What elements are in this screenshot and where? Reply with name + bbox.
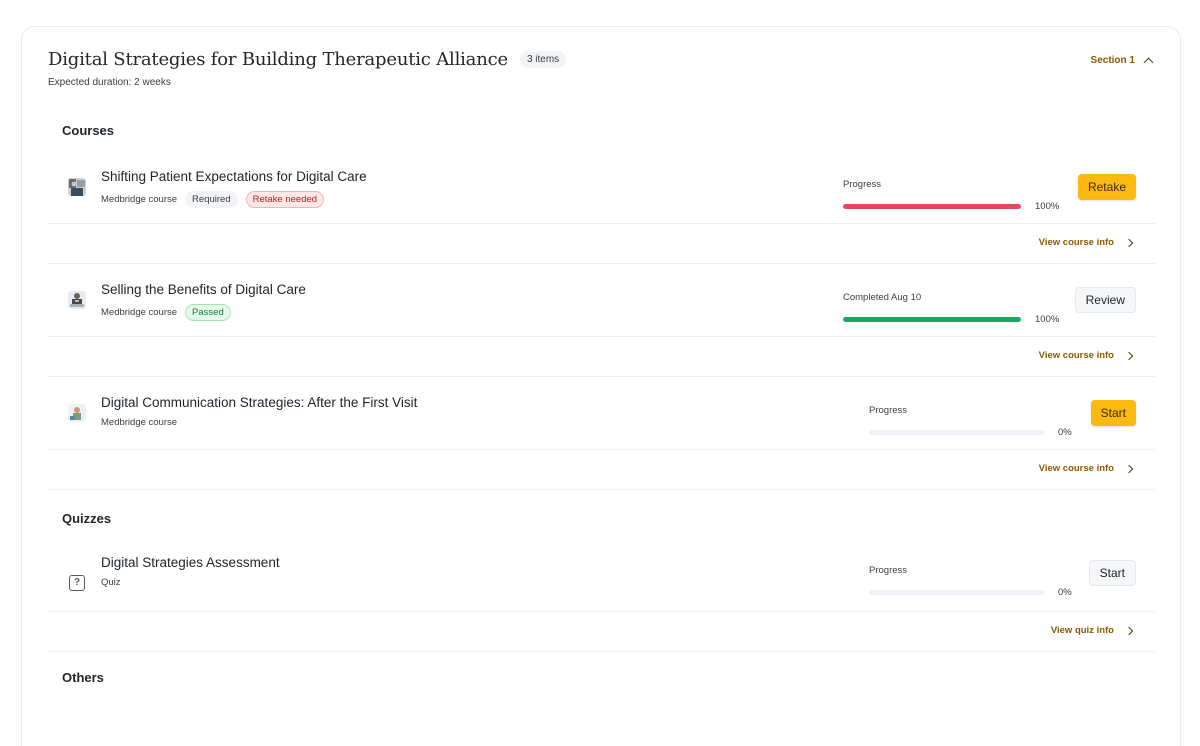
course-item: Shifting Patient Expectations for Digita… [48,161,1156,264]
start-button[interactable]: Start [1090,400,1136,426]
retake-needed-badge: Retake needed [245,191,325,208]
course-meta: Medbridge course Passed [101,304,231,321]
start-quiz-button[interactable]: Start [1088,560,1136,586]
course-item: Digital Communication Strategies: After … [48,387,1156,490]
course-type: Medbridge course [101,194,178,205]
chevron-right-icon [1124,351,1134,360]
section-title: Digital Strategies for Building Therapeu… [48,49,508,70]
section-collapse-toggle[interactable]: Section 1 [1090,55,1154,67]
progress-percent: 0% [1058,587,1072,598]
view-course-info-link[interactable]: View course info [1038,350,1134,361]
courses-heading: Courses [62,123,115,138]
quiz-info-row: View quiz info [48,612,1156,652]
progress-label: Progress [843,179,882,190]
course-thumbnail-icon [68,291,86,309]
progress-bar [843,204,1021,209]
section-header: Digital Strategies for Building Therapeu… [48,49,1154,88]
item-count-badge: 3 items [519,51,567,68]
question-icon: ? [69,575,85,591]
review-button[interactable]: Review [1074,287,1136,313]
course-type: Medbridge course [101,417,178,428]
progress-bar-fill [843,317,1021,322]
course-row: Selling the Benefits of Digital Care Med… [48,274,1156,337]
chevron-up-icon [1143,57,1154,67]
others-heading: Others [62,670,104,685]
view-course-info-label: View course info [1038,350,1114,361]
view-course-info-label: View course info [1038,463,1114,474]
progress-percent: 0% [1058,427,1072,438]
completed-date: Completed Aug 10 [843,292,922,303]
quizzes-heading: Quizzes [62,511,112,526]
quiz-type: Quiz [101,577,121,588]
view-course-info-label: View course info [1038,237,1114,248]
course-row: Shifting Patient Expectations for Digita… [48,161,1156,224]
section-toggle-label: Section 1 [1090,55,1135,66]
course-info-row: View course info [48,224,1156,264]
course-title[interactable]: Digital Communication Strategies: After … [101,395,417,410]
section-card: Digital Strategies for Building Therapeu… [21,26,1181,746]
course-row: Digital Communication Strategies: After … [48,387,1156,450]
course-title[interactable]: Shifting Patient Expectations for Digita… [101,169,367,184]
quiz-title[interactable]: Digital Strategies Assessment [101,555,280,570]
progress-label: Progress [869,565,908,576]
course-thumbnail-icon [68,404,86,422]
quiz-row: ? Digital Strategies Assessment Quiz Pro… [48,547,1156,612]
view-course-info-link[interactable]: View course info [1038,237,1134,248]
progress-bar-fill [843,204,1021,209]
quiz-meta: Quiz [101,577,121,588]
course-title[interactable]: Selling the Benefits of Digital Care [101,282,306,297]
course-item: Selling the Benefits of Digital Care Med… [48,274,1156,377]
chevron-right-icon [1124,464,1134,473]
chevron-right-icon [1124,238,1134,247]
required-badge: Required [185,191,238,208]
course-meta: Medbridge course [101,417,177,428]
retake-button[interactable]: Retake [1077,174,1136,200]
course-info-row: View course info [48,337,1156,377]
view-quiz-info-label: View quiz info [1050,625,1114,636]
progress-bar [843,317,1021,322]
view-course-info-link[interactable]: View course info [1038,463,1134,474]
progress-label: Progress [869,405,908,416]
view-quiz-info-link[interactable]: View quiz info [1050,625,1134,636]
progress-percent: 100% [1035,314,1060,325]
course-type: Medbridge course [101,307,178,318]
course-info-row: View course info [48,450,1156,490]
quiz-item: ? Digital Strategies Assessment Quiz Pro… [48,547,1156,652]
chevron-right-icon [1124,626,1134,635]
expected-duration: Expected duration: 2 weeks [48,77,171,88]
progress-bar [869,430,1045,435]
passed-badge: Passed [185,304,231,321]
course-thumbnail-icon [68,178,86,196]
progress-percent: 100% [1035,201,1060,212]
progress-bar [869,590,1045,595]
course-meta: Medbridge course Required Retake needed [101,191,325,208]
